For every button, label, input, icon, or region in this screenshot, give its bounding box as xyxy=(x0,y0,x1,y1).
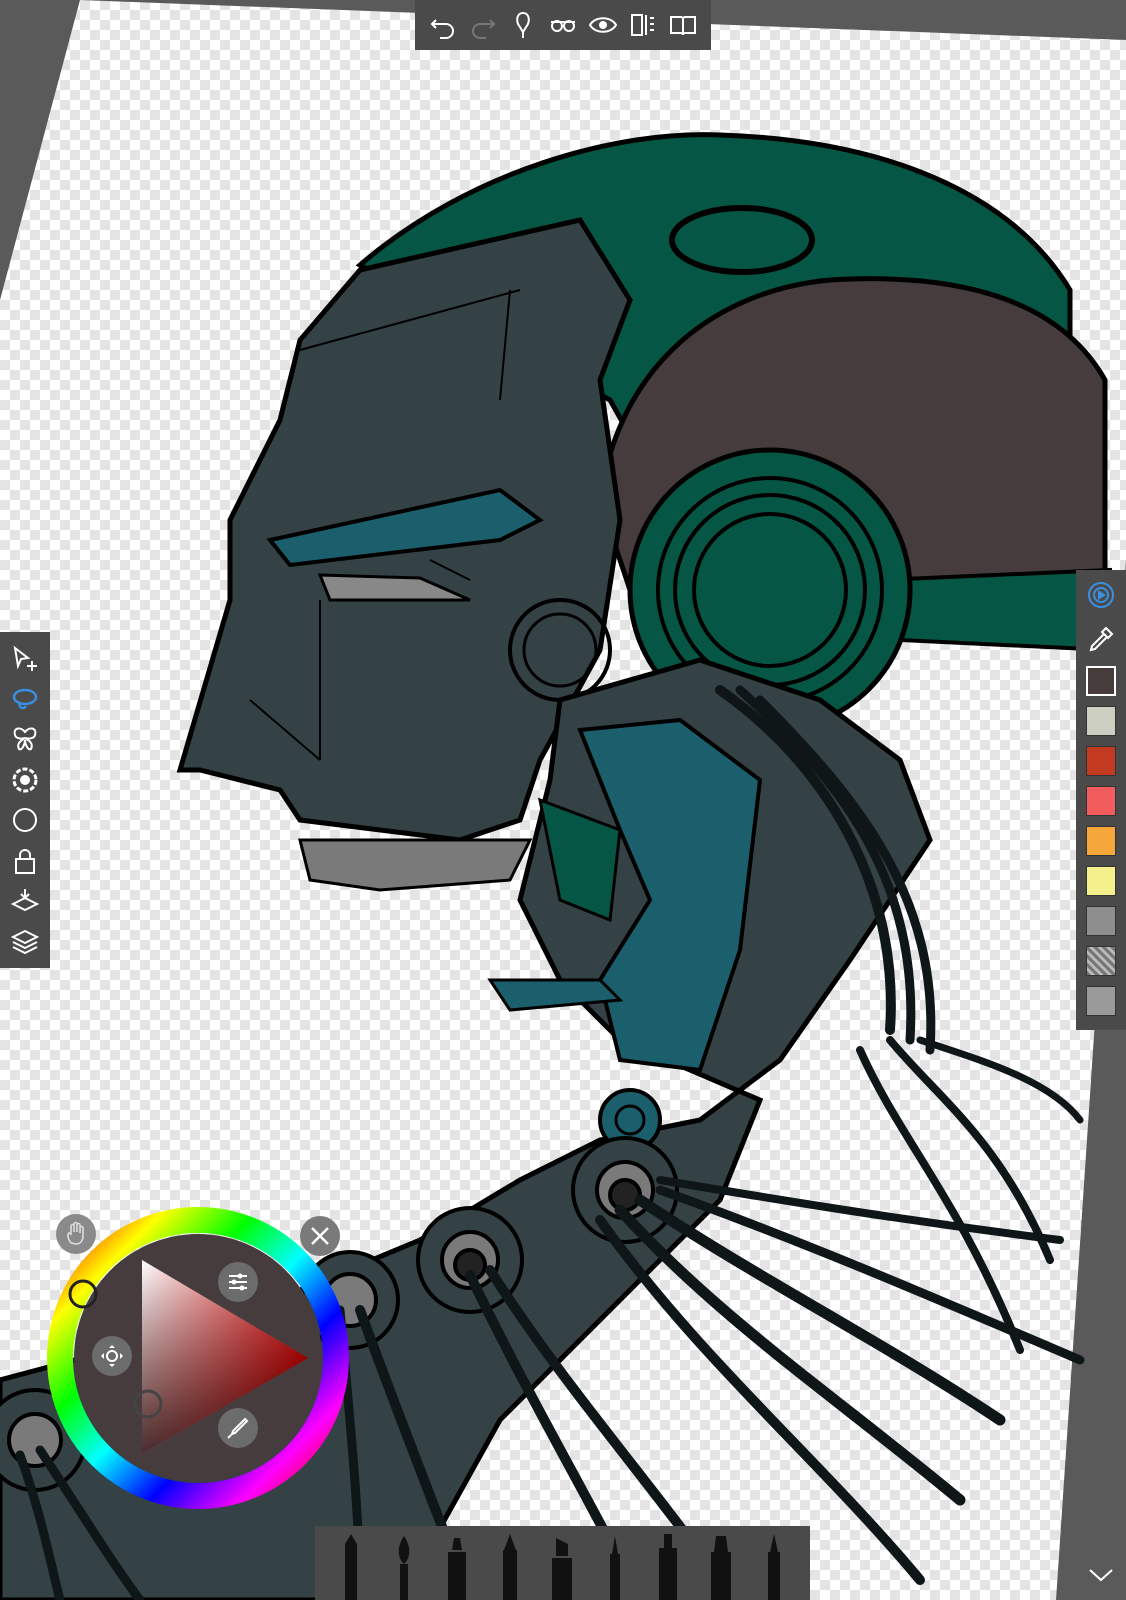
marker-icon xyxy=(447,1538,466,1600)
collapse-brushes-button[interactable] xyxy=(1086,1560,1116,1590)
color-swatch[interactable] xyxy=(1086,906,1116,936)
close-puck-button[interactable] xyxy=(300,1216,340,1256)
brush-airbrush[interactable] xyxy=(648,1534,688,1600)
color-swatch[interactable] xyxy=(1086,666,1116,696)
symmetry-butterfly-icon xyxy=(13,727,37,751)
brush-technical[interactable] xyxy=(754,1534,794,1600)
color-swatch[interactable] xyxy=(1086,826,1116,856)
brush-settings-button[interactable] xyxy=(218,1408,258,1448)
radial-symmetry-tool[interactable] xyxy=(7,762,43,798)
ellipse-icon xyxy=(13,808,37,833)
copic-icon xyxy=(1088,582,1114,608)
eye-icon xyxy=(588,17,618,33)
lasso-tool[interactable] xyxy=(7,681,43,717)
color-swatch[interactable] xyxy=(1086,986,1116,1016)
color-settings-button[interactable] xyxy=(218,1262,258,1302)
redo-button[interactable] xyxy=(466,8,500,42)
brush-pencil[interactable] xyxy=(331,1534,371,1600)
ink-pen-icon xyxy=(710,1536,731,1600)
pencil-icon xyxy=(345,1534,358,1600)
brush-marker[interactable] xyxy=(437,1534,477,1600)
move-icon xyxy=(101,1345,123,1367)
undo-button[interactable] xyxy=(426,8,460,42)
gallery-button[interactable] xyxy=(666,8,700,42)
lasso-icon xyxy=(12,688,38,710)
left-toolbar xyxy=(0,632,50,968)
color-swatch[interactable] xyxy=(1086,786,1116,816)
color-swatch[interactable] xyxy=(1086,706,1116,736)
pin-icon xyxy=(516,11,530,38)
hand-button[interactable] xyxy=(56,1214,96,1254)
chisel-marker-icon xyxy=(552,1538,573,1600)
color-swatch[interactable] xyxy=(1086,746,1116,776)
brush-ink[interactable] xyxy=(701,1534,741,1600)
brush-chisel[interactable] xyxy=(542,1534,582,1600)
glasses-icon xyxy=(551,20,575,32)
color-swatch[interactable] xyxy=(1086,866,1116,896)
color-puck[interactable] xyxy=(46,1206,350,1510)
layer-add-icon xyxy=(10,889,40,912)
glasses-button[interactable] xyxy=(546,8,580,42)
airbrush-icon xyxy=(658,1534,677,1600)
split-view-button[interactable] xyxy=(626,8,660,42)
top-toolbar xyxy=(415,0,711,50)
eyedropper-icon xyxy=(1089,626,1114,652)
symmetry-tool[interactable] xyxy=(7,721,43,757)
brush-icon xyxy=(227,1417,249,1439)
paintbrush-icon xyxy=(398,1536,410,1600)
split-view-icon xyxy=(631,14,654,36)
close-icon xyxy=(311,1227,329,1245)
right-palette xyxy=(1076,570,1126,1030)
sliders-icon xyxy=(229,1273,247,1291)
ellipse-tool[interactable] xyxy=(7,802,43,838)
book-icon xyxy=(670,16,696,36)
chevron-down-icon xyxy=(1089,1569,1113,1582)
pen-icon xyxy=(502,1534,517,1600)
eyedropper-button[interactable] xyxy=(1084,622,1118,656)
fineliner-icon xyxy=(610,1536,621,1600)
undo-icon xyxy=(430,19,454,39)
hand-icon xyxy=(67,1221,84,1245)
select-transform-icon xyxy=(13,645,37,672)
color-swatch[interactable] xyxy=(1086,946,1116,976)
layers-tool[interactable] xyxy=(7,924,43,960)
brush-fineliner[interactable] xyxy=(595,1534,635,1600)
pin-button[interactable] xyxy=(506,8,540,42)
brush-pen[interactable] xyxy=(490,1534,530,1600)
lock-icon xyxy=(15,848,35,874)
preview-button[interactable] xyxy=(586,8,620,42)
layers-icon xyxy=(10,929,40,954)
copic-palette-button[interactable] xyxy=(1084,578,1118,612)
lock-tool[interactable] xyxy=(7,843,43,879)
radial-symmetry-icon xyxy=(12,767,38,793)
technical-pen-icon xyxy=(767,1534,780,1600)
select-tool[interactable] xyxy=(7,640,43,676)
redo-icon xyxy=(472,19,496,39)
brush-paintbrush[interactable] xyxy=(384,1534,424,1600)
brush-bar xyxy=(315,1526,810,1600)
add-layer-tool[interactable] xyxy=(7,883,43,919)
move-puck-button[interactable] xyxy=(92,1336,132,1376)
